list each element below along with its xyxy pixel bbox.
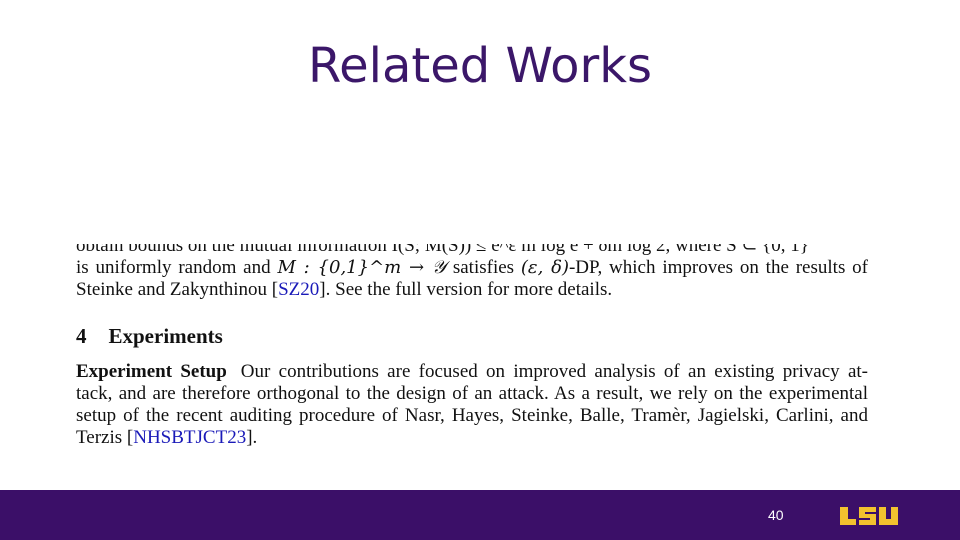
citation-link-nhsbtjct23[interactable]: NHSBTJCT23 (133, 427, 246, 448)
paragraph-mutual-information: is uniformly random and M : {0,1}^m → 𝒴 … (76, 257, 868, 301)
section-title: Experiments (108, 324, 223, 348)
page-number: 40 (768, 507, 784, 523)
paragraph-line: is uniformly random and M : {0,1}^m → 𝒴 … (76, 257, 868, 278)
citation-link-sz20[interactable]: SZ20 (278, 279, 319, 300)
paragraph-line: Steinke and Zakynthinou [SZ20]. See the … (76, 279, 613, 300)
lsu-logo (840, 507, 898, 525)
footer-bar: 40 (0, 490, 960, 540)
run-in-heading: Experiment Setup (76, 361, 227, 382)
slide-title: Related Works (307, 38, 653, 94)
clipped-text-line: obtain bounds on the mutual information … (76, 244, 809, 256)
paragraph-line: tack, and are therefore orthogonal to th… (76, 383, 868, 404)
paragraph-line: Experiment Setup Our contributions are fo… (76, 361, 868, 382)
paper-excerpt: obtain bounds on the mutual information … (76, 244, 868, 490)
paragraph-line: setup of the recent auditing procedure o… (76, 405, 868, 426)
section-heading: 4 Experiments (76, 325, 868, 347)
section-number: 4 (76, 324, 87, 348)
paragraph-line: Terzis [NHSBTJCT23]. (76, 427, 258, 448)
paragraph-experiment-setup: Experiment Setup Our contributions are fo… (76, 361, 868, 449)
math-epsilon-delta: (ε, δ) (520, 257, 569, 278)
math-mapping: M : {0,1}^m → 𝒴 (277, 257, 447, 278)
